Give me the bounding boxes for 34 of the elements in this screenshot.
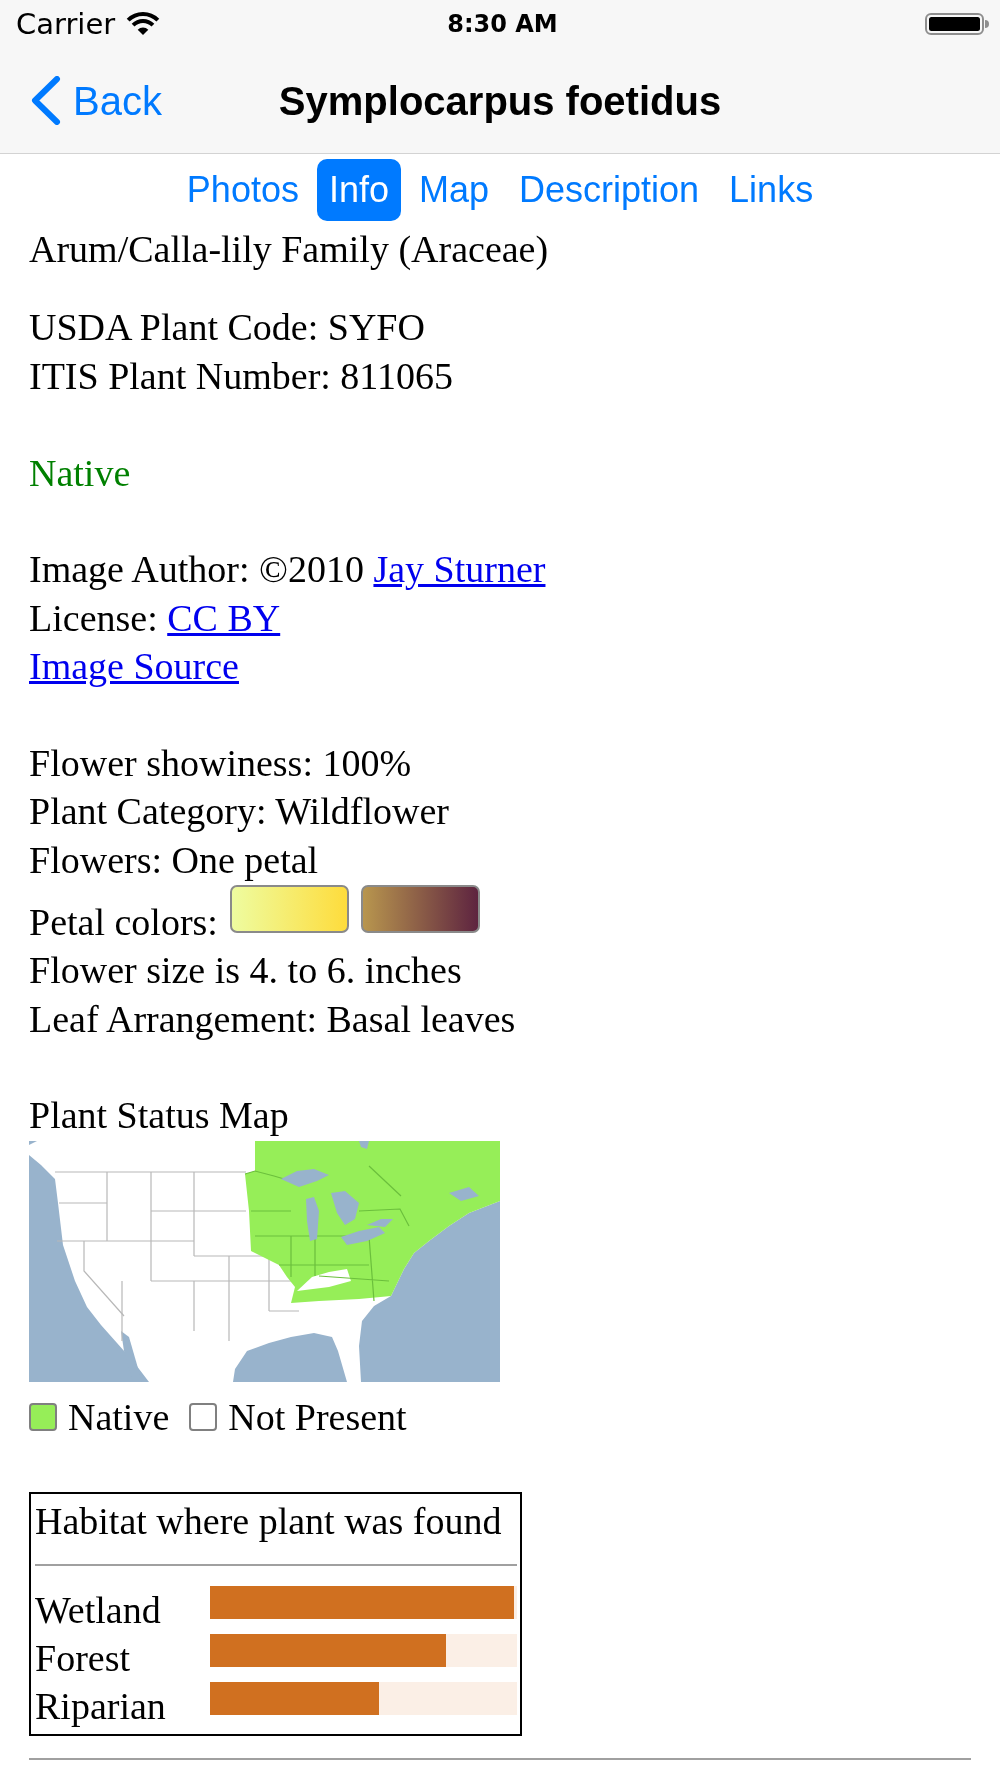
carrier-label: Carrier: [16, 7, 116, 41]
native-status-text: Native: [29, 450, 131, 496]
credit-text: License: CC BY: [29, 595, 282, 641]
habitat-label: Forest: [35, 1636, 131, 1682]
habitat-label: Wetland: [35, 1588, 162, 1634]
fact-text: Leaf Arrangement: Basal leaves: [29, 996, 517, 1042]
fact-text: Plant Category: Wildflower: [29, 789, 450, 835]
family-text: Arum/Calla-lily Family (Araceae): [29, 227, 550, 272]
nav-tab[interactable]: Description: [507, 159, 712, 221]
fact-text: Flower showiness: 100%: [29, 741, 413, 786]
credit-link[interactable]: Jay Sturner: [373, 548, 546, 591]
habitat-title: Habitat where plant was found: [35, 1498, 503, 1544]
map-title: Plant Status Map: [29, 1093, 290, 1139]
plant-code-text: ITIS Plant Number: 811065: [29, 353, 454, 399]
legend-label: Not Present: [228, 1394, 407, 1440]
battery-icon: [925, 13, 989, 35]
image-source-link[interactable]: Image Source: [29, 645, 239, 688]
petal-colors-label: Petal colors:: [29, 900, 218, 946]
plant-code-text: USDA Plant Code: SYFO: [29, 305, 426, 351]
credit-link[interactable]: CC BY: [167, 596, 281, 639]
nav-tab[interactable]: Photos: [174, 159, 311, 221]
back-chevron-icon: [30, 76, 61, 125]
habitat-label: Riparian: [35, 1684, 167, 1730]
page-title: Symplocarpus foetidus: [278, 77, 722, 125]
fact-text: Flowers: One petal: [29, 837, 320, 883]
nav-tab[interactable]: Links: [717, 159, 826, 221]
nav-tab[interactable]: Map: [407, 159, 501, 221]
legend-label: Native: [68, 1394, 170, 1440]
credit-text: Image Author: ©2010 Jay Sturner: [29, 547, 547, 593]
nav-tab[interactable]: Info: [316, 159, 401, 221]
wifi-icon: [125, 9, 162, 35]
clock-time: 8:30 AM: [447, 9, 558, 39]
back-button[interactable]: Back: [30, 75, 162, 126]
fact-text: Flower size is 4. to 6. inches: [29, 948, 463, 994]
